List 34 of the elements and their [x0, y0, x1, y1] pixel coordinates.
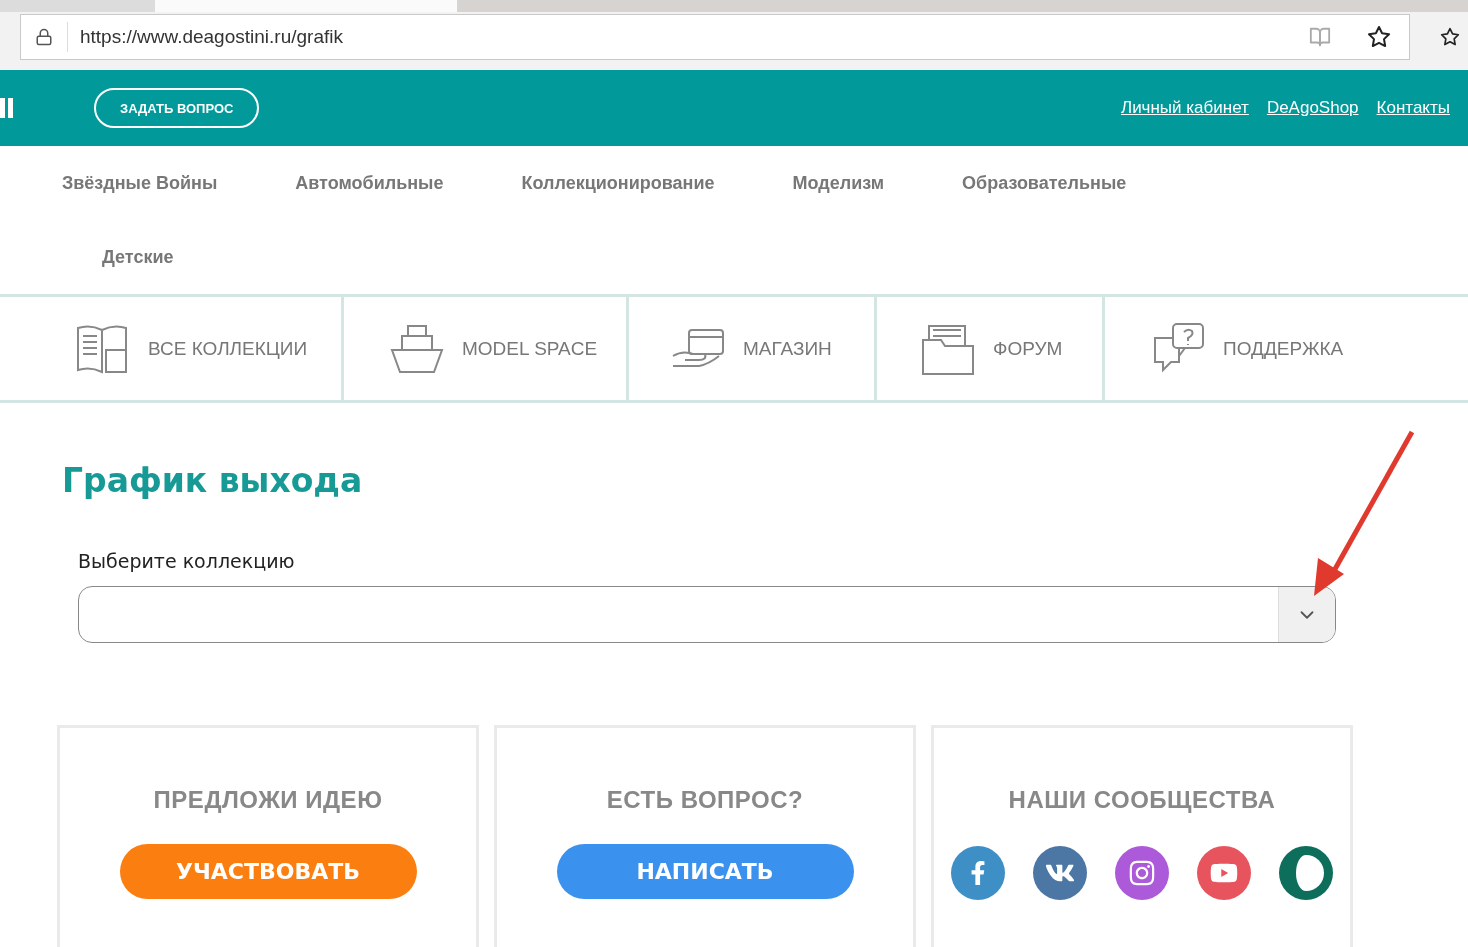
card-title: НАШИ СООБЩЕСТВА [1008, 786, 1276, 814]
social-button[interactable] [1033, 846, 1087, 900]
nav-tile[interactable]: ФОРУМ [877, 297, 1105, 400]
header-link[interactable]: Личный кабинет [1120, 98, 1249, 118]
page-title: График выхода [62, 461, 364, 500]
url-text: https://www.deagostini.ru/grafik [79, 26, 344, 48]
action-button[interactable]: УЧАСТВОВАТЬ [119, 844, 417, 899]
category-link[interactable]: Звёздные Войны [62, 146, 218, 220]
ask-question-button[interactable]: ЗАДАТЬ ВОПРОС [94, 88, 260, 128]
lock-icon [35, 28, 53, 46]
select-label: Выберите коллекцию [78, 550, 296, 572]
category-link[interactable]: Коллекционирование [521, 146, 715, 220]
category-link[interactable]: Образовательные [962, 146, 1127, 220]
nav-tile[interactable]: ПОДДЕРЖКА [1105, 297, 1468, 400]
nav-tile[interactable]: MODEL SPACE [344, 297, 629, 400]
nav-tile[interactable]: МАГАЗИН [629, 297, 877, 400]
card-title: ЕСТЬ ВОПРОС? [606, 786, 804, 814]
category-link[interactable]: Детские [62, 220, 174, 294]
category-link[interactable]: Автомобильные [295, 146, 444, 220]
favorite-star-icon[interactable] [1367, 25, 1391, 49]
nav-tile[interactable]: ВСЕ КОЛЛЕКЦИИ [0, 297, 344, 400]
header-link[interactable]: Контакты [1376, 98, 1450, 118]
category-link[interactable]: Моделизм [792, 146, 885, 220]
address-bar[interactable]: https://www.deagostini.ru/grafik [20, 14, 1410, 60]
social-button[interactable] [1115, 846, 1169, 900]
social-button[interactable] [1279, 846, 1333, 900]
reading-view-icon[interactable] [1309, 26, 1331, 48]
action-button[interactable]: НАПИСАТЬ [556, 844, 854, 899]
social-button[interactable] [951, 846, 1005, 900]
menu-icon[interactable] [0, 98, 14, 118]
instagram-icon [1128, 859, 1156, 887]
header-link[interactable]: DeAgoShop [1266, 98, 1359, 118]
card-title: ПРЕДЛОЖИ ИДЕЮ [153, 786, 383, 814]
social-button[interactable] [1197, 846, 1251, 900]
